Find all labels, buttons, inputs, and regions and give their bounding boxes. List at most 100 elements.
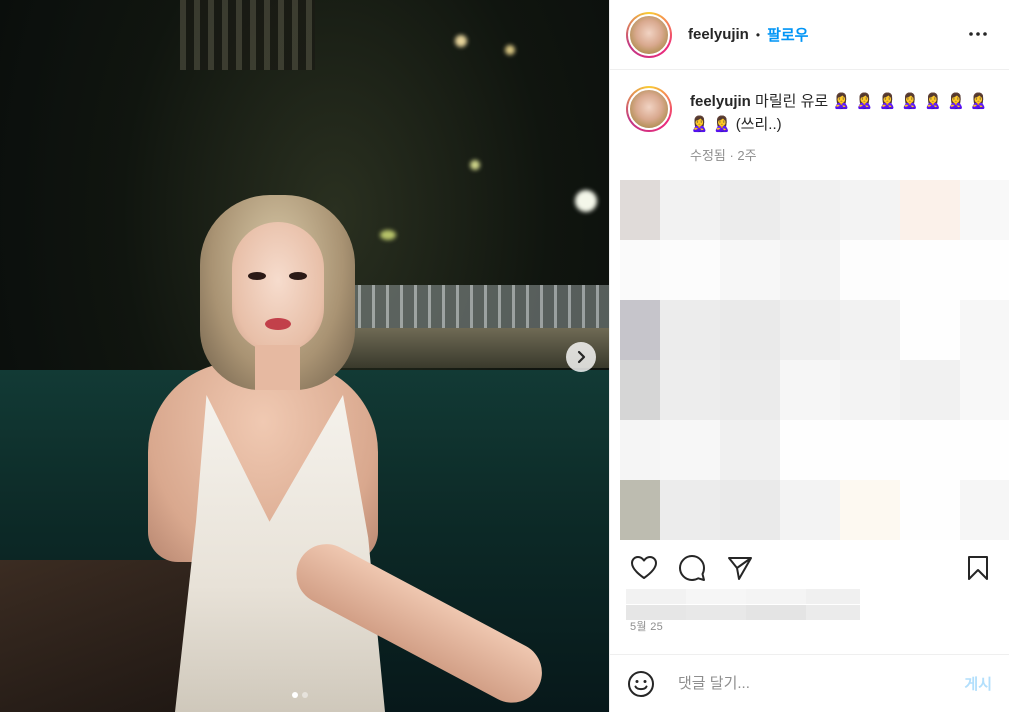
carousel-indicator <box>292 692 308 698</box>
blur-cell <box>780 300 840 360</box>
photo-person-neck <box>255 345 300 390</box>
caption-username[interactable]: feelyujin <box>690 93 751 110</box>
save-button[interactable] <box>962 552 994 584</box>
blur-cell <box>900 300 960 360</box>
blur-cell <box>720 420 780 480</box>
photo-person-eye <box>289 272 307 280</box>
likes-pixelated <box>626 589 860 620</box>
post-sidebar: feelyujin • 팔로우 feelyujin 마릴린 유로 🙎‍♀️ 🙎‍… <box>609 0 1009 712</box>
more-options-button[interactable] <box>966 22 990 46</box>
blur-cell <box>746 605 806 620</box>
blur-cell <box>660 240 720 300</box>
follow-button[interactable]: 팔로우 <box>767 24 808 45</box>
blur-cell <box>660 480 720 540</box>
blur-cell <box>960 300 1009 360</box>
blur-cell <box>620 360 660 420</box>
comment-input[interactable] <box>678 675 965 692</box>
caption-avatar[interactable] <box>626 86 672 132</box>
blur-cell <box>720 480 780 540</box>
blur-cell <box>720 180 780 240</box>
caption: feelyujin 마릴린 유로 🙎‍♀️ 🙎‍♀️ 🙎‍♀️ 🙎‍♀️ 🙎‍♀… <box>626 86 996 167</box>
header-separator: • <box>755 27 761 42</box>
blur-cell <box>900 360 960 420</box>
blur-cell <box>806 605 860 620</box>
blur-cell <box>660 360 720 420</box>
photo-person-lips <box>265 318 291 330</box>
comment-bubble-icon <box>679 555 705 581</box>
blur-cell <box>780 360 840 420</box>
blur-cell <box>840 360 900 420</box>
blur-cell <box>780 420 840 480</box>
post-comment-button[interactable]: 게시 <box>964 673 992 694</box>
blur-cell <box>840 180 900 240</box>
caption-meta: 수정됨 · 2주 <box>690 148 757 163</box>
photo-light <box>380 230 396 240</box>
blur-cell <box>960 420 1009 480</box>
blur-cell <box>620 420 660 480</box>
blur-cell <box>720 300 780 360</box>
blur-cell <box>900 420 960 480</box>
avatar[interactable] <box>626 11 672 58</box>
blur-cell <box>620 480 660 540</box>
heart-icon <box>631 556 657 579</box>
post-media[interactable] <box>0 0 609 712</box>
blur-cell <box>660 420 720 480</box>
blur-cell <box>780 480 840 540</box>
blur-cell <box>720 240 780 300</box>
carousel-dot-active <box>292 692 298 698</box>
blur-cell <box>620 240 660 300</box>
like-button[interactable] <box>628 552 660 584</box>
smiley-icon <box>628 670 654 697</box>
blur-cell <box>660 180 720 240</box>
comment-form: 게시 <box>610 654 1009 712</box>
share-button[interactable] <box>724 552 756 584</box>
post-header: feelyujin • 팔로우 <box>610 0 1009 70</box>
blur-cell <box>746 589 806 604</box>
next-slide-button[interactable] <box>566 342 596 372</box>
blur-cell <box>840 300 900 360</box>
more-horizontal-icon <box>969 32 987 36</box>
post-actions <box>628 552 994 584</box>
blur-cell <box>840 420 900 480</box>
blur-cell <box>960 180 1009 240</box>
comment-button[interactable] <box>676 552 708 584</box>
avatar-image <box>628 88 670 130</box>
likes-blur-grid <box>626 589 860 620</box>
blur-cell <box>780 180 840 240</box>
blur-cell <box>900 480 960 540</box>
photo-light <box>455 35 467 47</box>
bookmark-icon <box>968 556 988 580</box>
photo-light <box>505 45 515 55</box>
emoji-button[interactable] <box>626 669 656 699</box>
chevron-right-icon <box>577 350 586 364</box>
blur-cell <box>840 240 900 300</box>
blur-cell <box>686 605 746 620</box>
blur-cell <box>620 300 660 360</box>
blur-cell <box>720 360 780 420</box>
blur-cell <box>840 480 900 540</box>
comments-pixelated <box>620 180 1009 540</box>
photo-light <box>575 190 597 212</box>
blur-cell <box>626 589 686 604</box>
paper-plane-icon <box>728 557 752 580</box>
blur-cell <box>660 300 720 360</box>
photo-railing <box>330 285 609 330</box>
blur-cell <box>900 180 960 240</box>
blur-cell <box>960 240 1009 300</box>
blur-cell <box>780 240 840 300</box>
photo-person-face <box>232 222 324 352</box>
photo-light <box>470 160 480 170</box>
post-date[interactable]: 5월 25 <box>630 618 663 634</box>
photo-building <box>180 0 315 70</box>
blur-cell <box>686 589 746 604</box>
blur-cell <box>806 589 860 604</box>
caption-body: feelyujin 마릴린 유로 🙎‍♀️ 🙎‍♀️ 🙎‍♀️ 🙎‍♀️ 🙎‍♀… <box>690 90 990 167</box>
photo-person-eye <box>248 272 266 280</box>
header-username[interactable]: feelyujin <box>688 26 749 43</box>
blur-cell <box>960 360 1009 420</box>
carousel-dot <box>302 692 308 698</box>
blur-cell <box>900 240 960 300</box>
avatar-image <box>628 13 670 56</box>
blur-cell <box>960 480 1009 540</box>
blur-cell <box>620 180 660 240</box>
